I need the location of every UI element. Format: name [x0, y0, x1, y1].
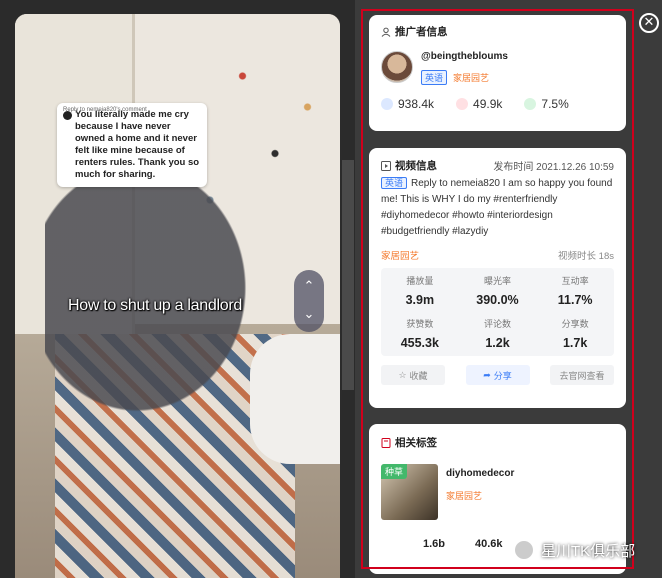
watermark-text: 星川TK俱乐部: [541, 542, 636, 560]
video-frame-toilet: [250, 334, 340, 464]
comment-text: You literally made me cry because I have…: [75, 109, 200, 180]
chevron-down-icon[interactable]: ⌄: [302, 307, 316, 321]
chevron-up-icon[interactable]: ⌃: [302, 279, 316, 293]
watermark: 星川TK俱乐部: [513, 539, 635, 561]
backdrop-tile: [342, 160, 354, 390]
video-player[interactable]: [15, 14, 340, 578]
reply-comment-bubble: You literally made me cry because I have…: [57, 103, 207, 187]
video-caption: How to shut up a landlord: [68, 297, 242, 314]
watermark-logo-icon: [513, 539, 535, 561]
video-nav-pill: ⌃ ⌄: [294, 270, 324, 332]
close-icon[interactable]: ✕: [639, 13, 659, 33]
highlight-frame: [361, 9, 634, 569]
comment-body: You literally made me cry because I have…: [63, 109, 201, 181]
reply-label: Reply to nemeia820's comment: [63, 107, 147, 113]
